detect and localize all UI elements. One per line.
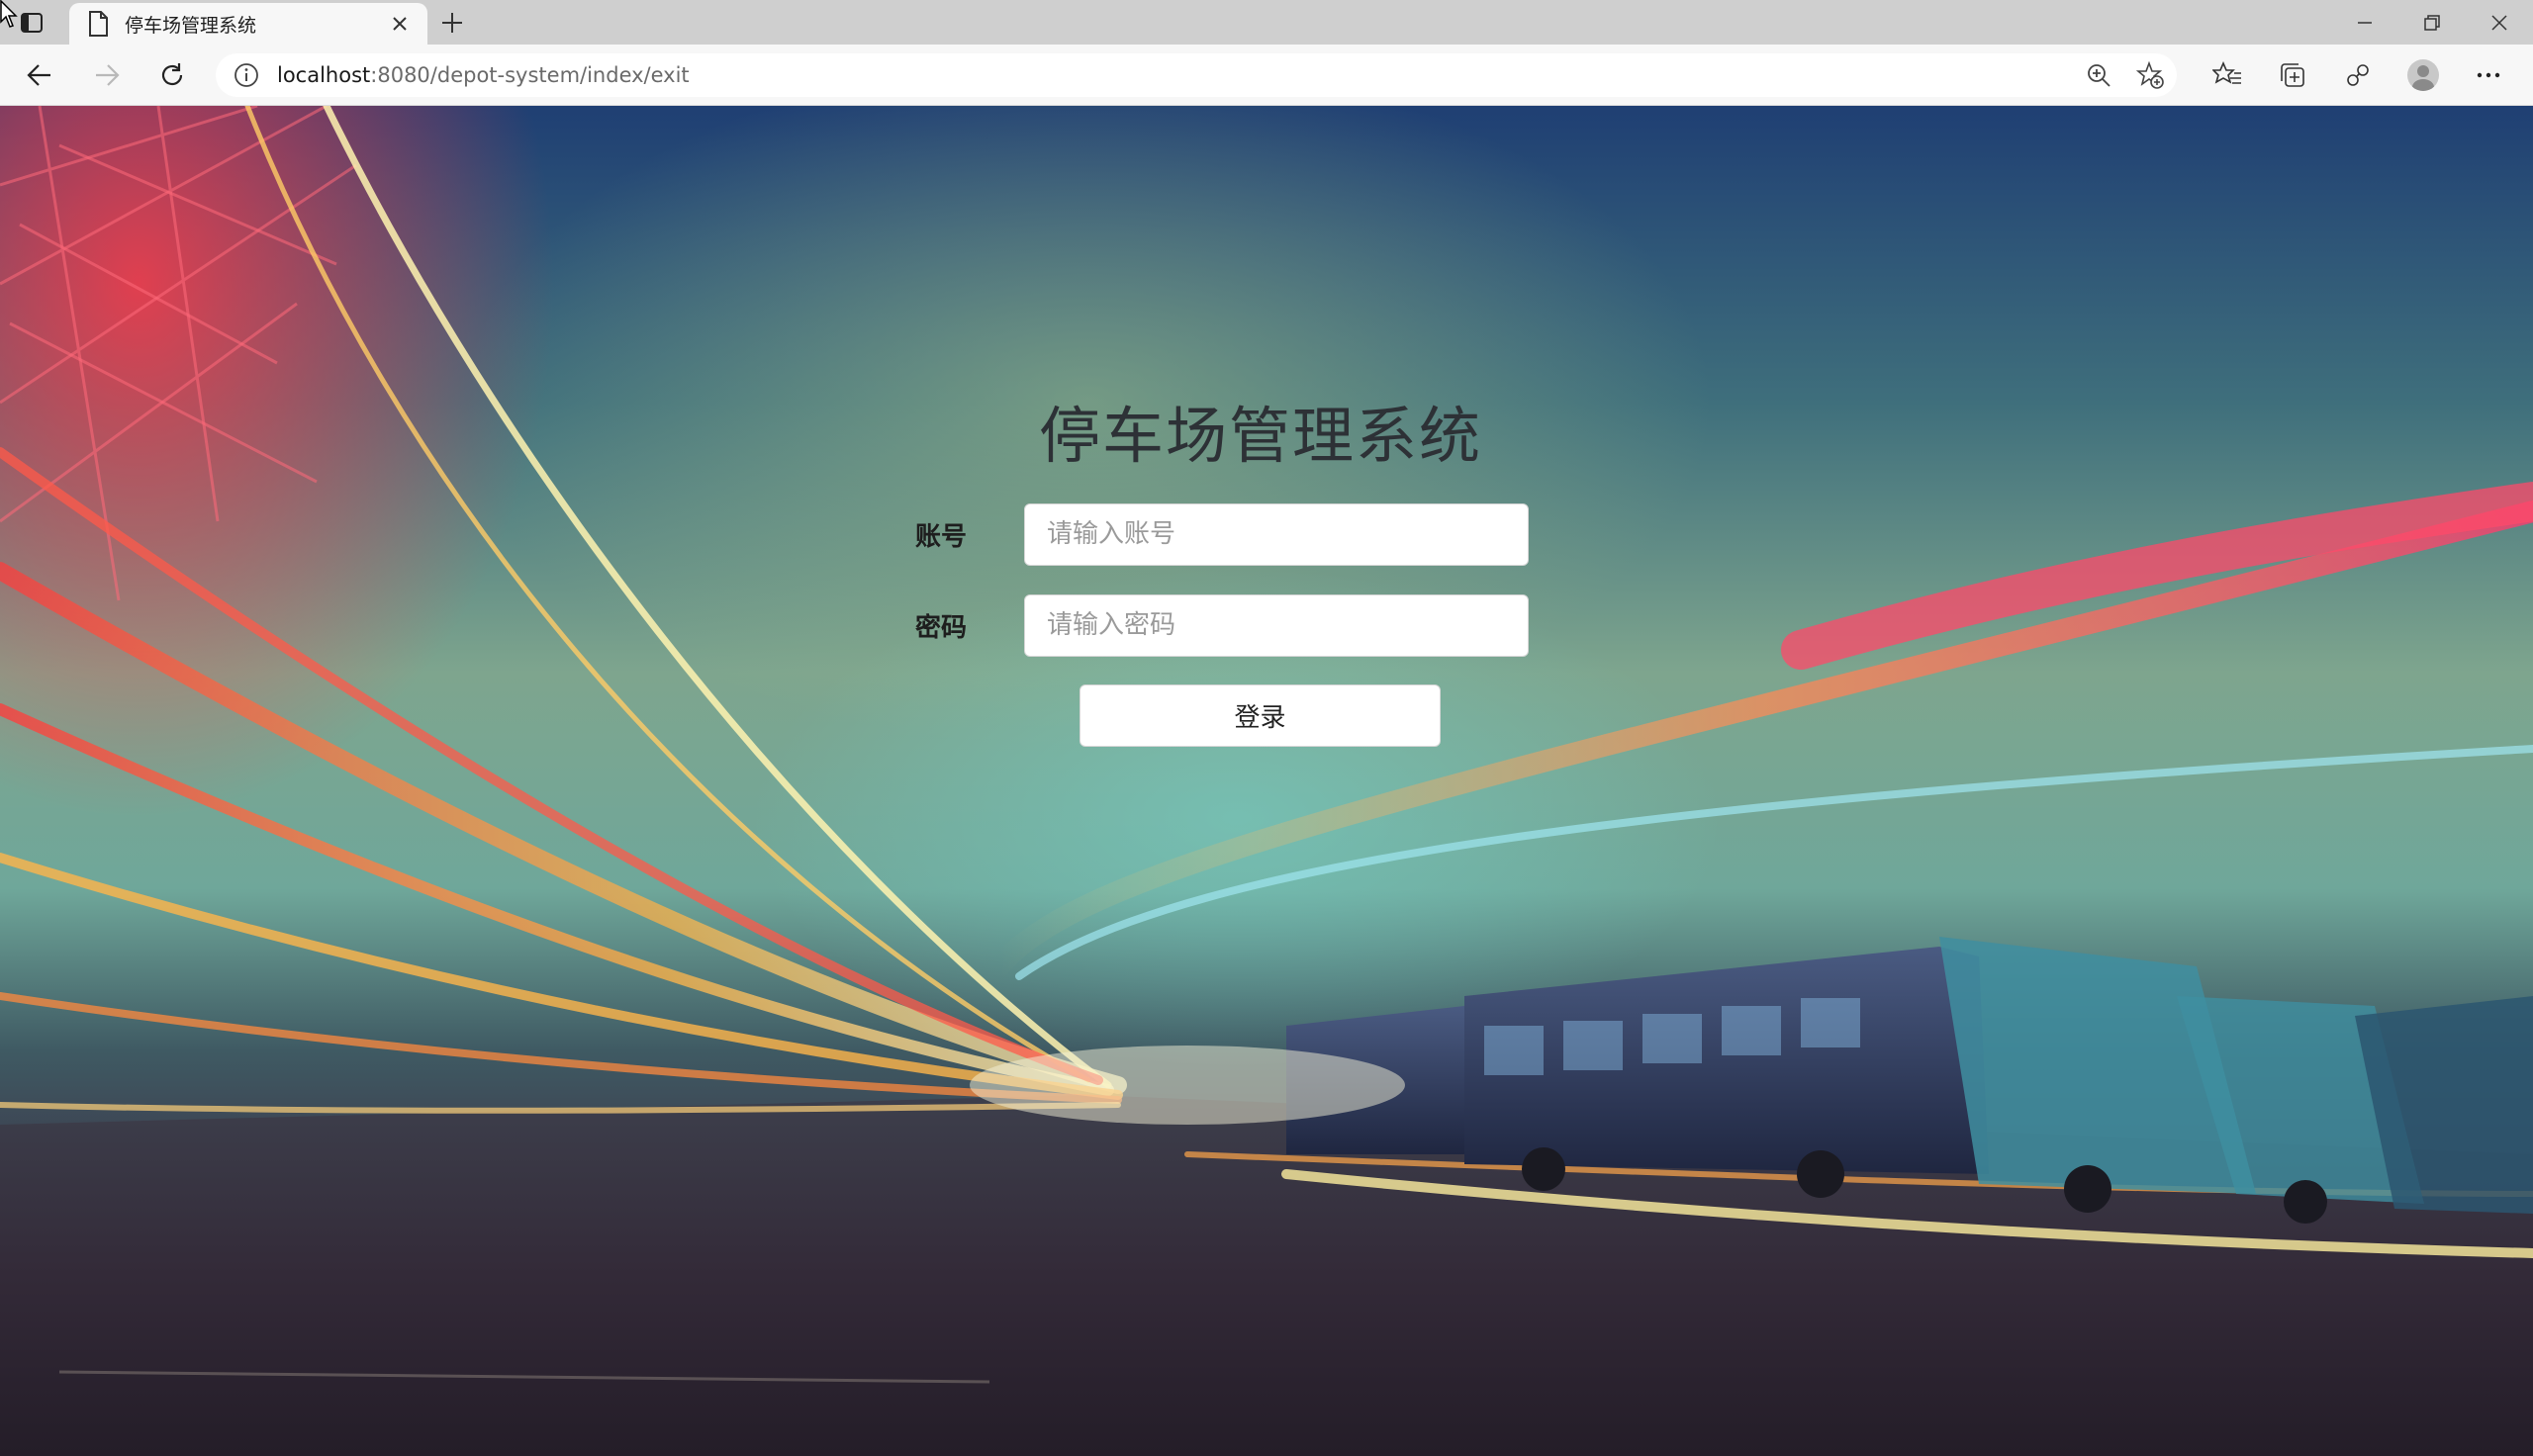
background-image	[0, 106, 2533, 1456]
reload-button[interactable]	[154, 57, 190, 93]
password-row: 密码	[915, 593, 1529, 657]
avatar	[2407, 59, 2439, 91]
page-title: 停车场管理系统	[1038, 400, 1482, 472]
zoom-in-icon	[2088, 64, 2111, 87]
more-menu-button[interactable]	[2456, 53, 2521, 97]
browser-toolbar: localhost:8080/depot-system/index/exit	[0, 45, 2533, 106]
address-bar[interactable]: localhost:8080/depot-system/index/exit	[216, 53, 2177, 97]
minimize-icon	[2358, 21, 2372, 24]
arrow-right-icon	[96, 64, 120, 86]
favorites-icon	[2212, 61, 2241, 84]
extension-icon	[2347, 64, 2369, 86]
reload-icon	[161, 63, 183, 86]
forward-button[interactable]	[89, 57, 125, 93]
page-icon	[89, 11, 108, 37]
url-host: localhost	[277, 63, 371, 87]
plus-icon	[442, 13, 462, 33]
add-favorite-button[interactable]	[2135, 60, 2165, 90]
tab-actions-icon	[21, 13, 43, 33]
page-viewport: 停车场管理系统 账号 密码 登录	[0, 106, 2533, 1456]
arrow-left-icon	[27, 64, 50, 86]
browser-window: 停车场管理系统 localhost:8080/depot-system/inde…	[0, 0, 2533, 1456]
password-input[interactable]	[1024, 593, 1529, 657]
collections-icon	[2281, 63, 2304, 87]
account-input[interactable]	[1024, 502, 1529, 566]
close-window-icon	[2491, 14, 2507, 31]
collections-button[interactable]	[2260, 53, 2325, 97]
profile-button[interactable]	[2391, 53, 2456, 97]
window-controls	[2331, 0, 2533, 45]
account-row: 账号	[915, 502, 1529, 566]
more-dots-icon	[2477, 72, 2500, 78]
tab-strip: 停车场管理系统	[0, 0, 2533, 45]
tab-title: 停车场管理系统	[125, 14, 257, 37]
tab-active[interactable]: 停车场管理系统	[69, 3, 427, 45]
toolbar-actions	[2195, 53, 2521, 97]
url-path: :8080/depot-system/index/exit	[370, 63, 690, 87]
close-icon	[393, 17, 407, 31]
mouse-cursor-icon	[0, 0, 18, 28]
restore-icon	[2424, 14, 2440, 31]
password-label: 密码	[915, 612, 968, 643]
extensions-button[interactable]	[2325, 53, 2391, 97]
new-tab-button[interactable]	[435, 6, 469, 40]
tab-actions-button[interactable]	[18, 10, 46, 36]
account-label: 账号	[915, 521, 968, 552]
zoom-button[interactable]	[2084, 60, 2113, 90]
url-text[interactable]: localhost:8080/depot-system/index/exit	[277, 63, 690, 87]
star-add-icon	[2136, 61, 2164, 89]
address-bar-actions	[2084, 53, 2165, 97]
back-button[interactable]	[22, 57, 57, 93]
info-icon[interactable]	[234, 62, 259, 88]
login-button[interactable]: 登录	[1079, 684, 1441, 747]
minimize-button[interactable]	[2331, 0, 2398, 45]
favorites-button[interactable]	[2195, 53, 2260, 97]
restore-button[interactable]	[2398, 0, 2466, 45]
tab-close-button[interactable]	[386, 10, 414, 38]
close-window-button[interactable]	[2466, 0, 2533, 45]
